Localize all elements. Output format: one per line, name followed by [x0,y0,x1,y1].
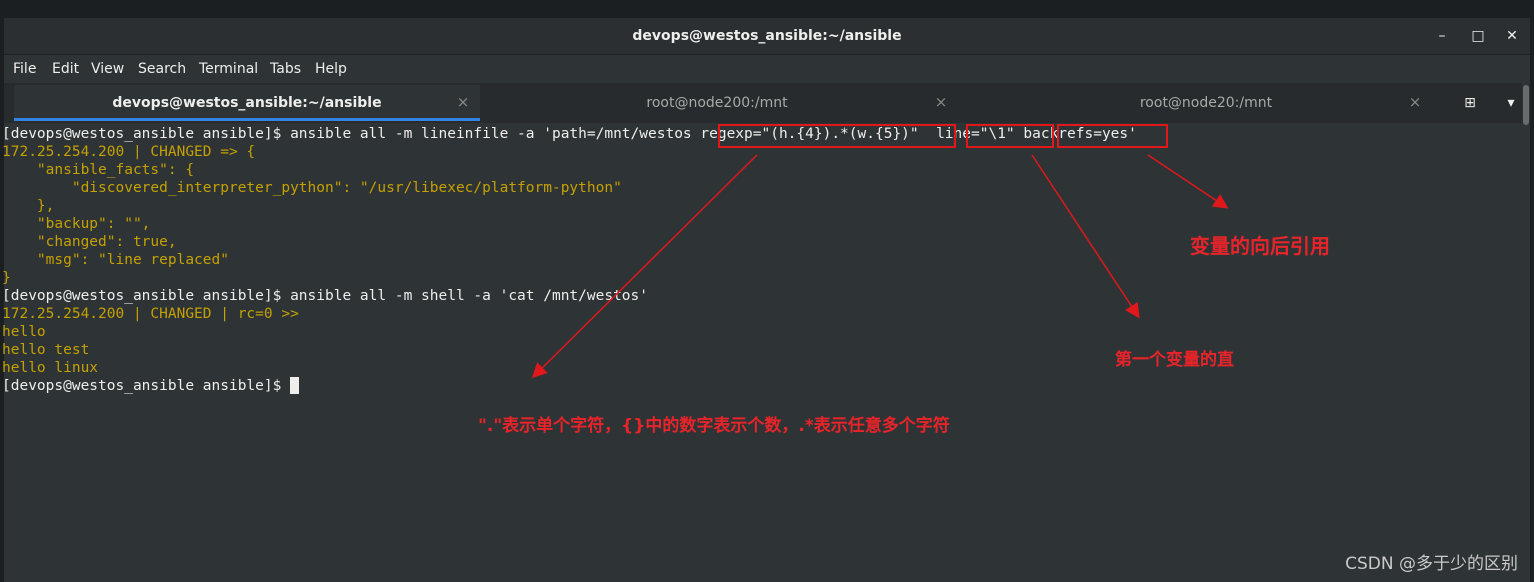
arrow-backrefs [1147,154,1229,209]
regexp-annotation: "."表示单个字符，{}中的数字表示个数，.*表示任意多个字符 [478,416,950,436]
watermark: CSDN @多于少的区别 [1345,554,1518,574]
arrow-line [1031,154,1140,319]
arrow-regexp [531,154,758,379]
line-annotation: 第一个变量的直 [1115,350,1234,370]
annotation-arrows [531,154,1229,379]
backrefs-annotation: 变量的向后引用 [1190,234,1330,258]
